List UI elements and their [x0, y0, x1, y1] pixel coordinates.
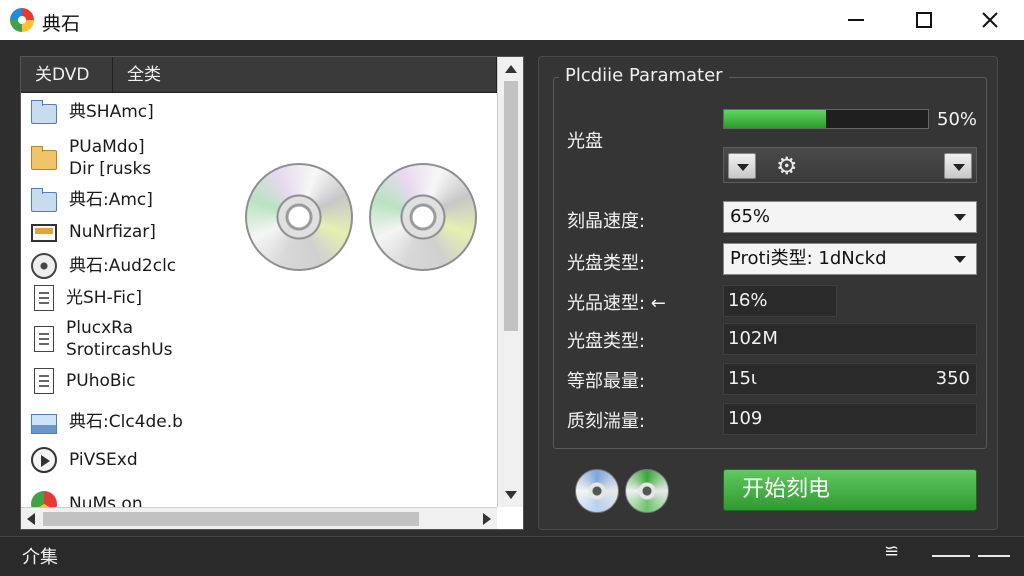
- maximize-button[interactable]: [904, 4, 944, 36]
- monitor-icon: [31, 224, 57, 242]
- disc-speed-label: 光品速型: ←: [567, 293, 666, 314]
- capacity-field[interactable]: 15ι 350: [723, 363, 977, 395]
- tab-dvd[interactable]: 关DVD: [21, 57, 113, 93]
- file-list: 典SHAmc] PUaMdo] Dir [rusks 典石:Amc] NuNrf…: [21, 93, 497, 507]
- image-icon: [31, 413, 57, 434]
- audio-icon: [31, 253, 57, 279]
- file-label: 典SHAmc]: [69, 102, 154, 122]
- burn-speed-label: 刻晶速度:: [567, 211, 646, 232]
- list-item[interactable]: PiVSExd: [31, 445, 138, 475]
- minimize-button[interactable]: [836, 4, 876, 36]
- file-label: 典石:Aud2clc: [69, 256, 177, 276]
- disc-type2-label: 光盘类型:: [567, 331, 646, 352]
- vertical-scrollbar[interactable]: [497, 57, 523, 507]
- group-title: Plcdiie Paramater: [559, 65, 729, 86]
- app-icon: [10, 8, 34, 32]
- status-icon: ≌: [884, 541, 900, 562]
- file-label: PUaMdo] Dir [rusks: [69, 137, 152, 179]
- resize-grip-icon[interactable]: [932, 555, 1016, 557]
- disc-icon: [369, 163, 477, 271]
- status-text: 介集: [22, 547, 58, 568]
- chrome-icon: [31, 491, 57, 507]
- progress-fill: [724, 110, 826, 128]
- close-button[interactable]: [970, 4, 1010, 36]
- document-icon: [34, 368, 54, 394]
- burn-parameters-panel: Plcdiie Paramater 光盘 50% ⚙ 刻晶速度: 65% 光盘类…: [538, 56, 998, 530]
- folder-blue-icon: [31, 99, 57, 124]
- maximize-icon: [916, 12, 932, 28]
- burn-amount-label: 质刻湍量:: [567, 411, 646, 432]
- list-item[interactable]: 典石:Clc4de.b: [31, 407, 183, 437]
- list-item[interactable]: 典SHAmc]: [31, 97, 154, 127]
- document-icon: [34, 326, 54, 352]
- window-title: 典石: [42, 13, 81, 35]
- disc-blue-icon: [575, 469, 619, 513]
- tab-bar: 关DVD 全类: [21, 57, 497, 93]
- list-item[interactable]: PUhoBic: [31, 361, 136, 401]
- title-bar: 典石: [0, 0, 1024, 40]
- file-label: NuMs.on: [69, 494, 143, 507]
- disc-speed-field[interactable]: 1Ꮾ%: [723, 285, 837, 317]
- disc-type2-field[interactable]: 102M: [723, 323, 977, 355]
- play-icon: [31, 447, 57, 473]
- status-bar: 介集 ≌: [0, 536, 1024, 576]
- file-label: PUhoBic: [66, 371, 136, 391]
- scroll-left-icon[interactable]: [27, 513, 35, 525]
- capacity-max: 350: [935, 368, 970, 389]
- minimize-icon: [848, 19, 864, 21]
- disc-type-select[interactable]: Proti类型: 1dNckd: [723, 243, 977, 275]
- list-item[interactable]: NuMs.on: [31, 489, 143, 507]
- capacity-value: 15ι: [728, 368, 757, 389]
- file-label: 典石:Amc]: [69, 190, 153, 210]
- disc-label: 光盘: [567, 131, 603, 152]
- scroll-right-icon[interactable]: [483, 513, 491, 525]
- file-label: 光SH-Fic]: [66, 288, 142, 308]
- close-icon: [982, 12, 998, 28]
- list-item[interactable]: PUaMdo] Dir [rusks: [31, 133, 151, 183]
- file-label: PlucxRa SrotircashUs: [66, 318, 173, 360]
- disc-icon: [245, 163, 353, 271]
- folder-gold-icon: [31, 145, 57, 170]
- tab-all[interactable]: 全类: [113, 57, 497, 93]
- file-browser-panel: 关DVD 全类 典SHAmc] PUaMdo] Dir [rusks 典石:Am…: [20, 56, 524, 530]
- start-burn-button[interactable]: 开始刻电: [723, 469, 977, 511]
- list-item[interactable]: NuNrfizar]: [31, 217, 156, 247]
- scroll-down-icon[interactable]: [505, 491, 517, 499]
- device-selector[interactable]: ⚙: [723, 147, 977, 183]
- scroll-thumb[interactable]: [43, 512, 419, 526]
- scroll-up-icon[interactable]: [505, 65, 517, 73]
- progress-text: 50%: [937, 109, 978, 130]
- disc-green-icon: [625, 469, 669, 513]
- burn-amount-field[interactable]: 109: [723, 403, 977, 435]
- scroll-thumb[interactable]: [504, 81, 518, 331]
- list-item[interactable]: 光SH-Fic]: [31, 283, 142, 313]
- file-label: 典石:Clc4de.b: [69, 412, 183, 432]
- file-label: NuNrfizar]: [69, 222, 156, 242]
- document-icon: [34, 285, 54, 311]
- file-label: PiVSExd: [69, 450, 138, 470]
- dropdown-arrow-icon[interactable]: [944, 153, 972, 179]
- disc-type-label: 光盘类型:: [567, 253, 646, 274]
- gear-icon[interactable]: ⚙: [776, 152, 798, 180]
- folder-blue-icon: [31, 187, 57, 212]
- list-item[interactable]: 典石:Amc]: [31, 185, 153, 215]
- burn-speed-select[interactable]: 65%: [723, 201, 977, 233]
- app-window: 典石 关DVD 全类 典SHAmc] PUaMdo] Dir [rusks 典石…: [0, 0, 1024, 576]
- dropdown-arrow-icon[interactable]: [728, 153, 756, 179]
- list-item[interactable]: 典石:Aud2clc: [31, 251, 176, 281]
- list-item[interactable]: PlucxRa SrotircashUs: [31, 313, 173, 365]
- horizontal-scrollbar[interactable]: [21, 507, 497, 529]
- progress-bar: [723, 109, 929, 129]
- capacity-label: 等部最量:: [567, 371, 646, 392]
